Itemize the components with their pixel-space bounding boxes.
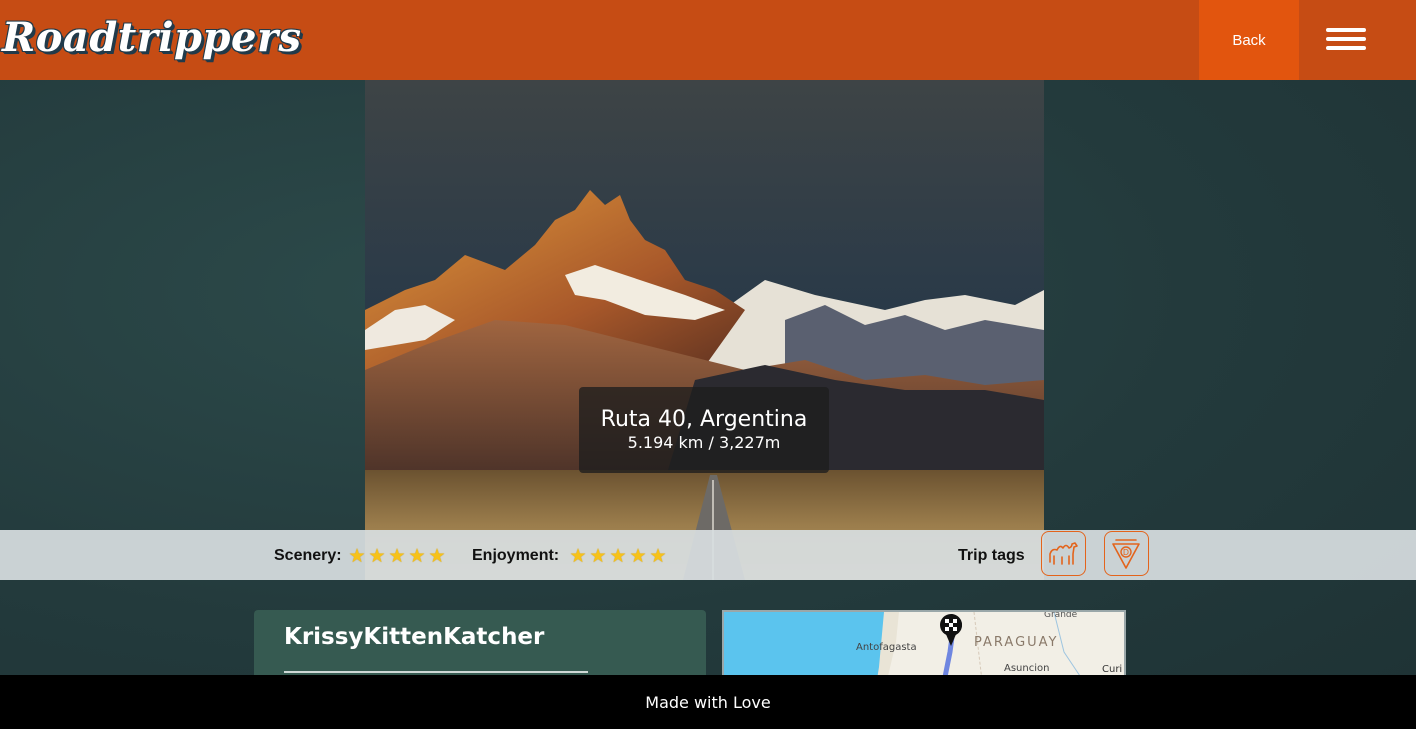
star-icon: ★ — [629, 545, 647, 567]
footer-text: Made with Love — [645, 692, 771, 712]
trip-tags-label: Trip tags — [958, 547, 1025, 564]
map-label-paraguay: PARAGUAY — [974, 635, 1059, 650]
star-icon: ★ — [589, 545, 607, 567]
trip-caption: Ruta 40, Argentina 5.194 km / 3,227m — [579, 387, 829, 473]
divider — [284, 671, 588, 673]
trip-distance: 5.194 km / 3,227m — [627, 433, 781, 452]
star-icon: ★ — [569, 545, 587, 567]
dispatch-badge-icon[interactable]: D — [1104, 531, 1149, 576]
star-icon: ★ — [348, 545, 366, 567]
footer: Made with Love — [0, 675, 1416, 729]
map-label-grande: Grande — [1044, 612, 1078, 620]
svg-text:D: D — [1123, 548, 1129, 557]
scenery-label: Scenery: — [274, 547, 342, 564]
top-header: Roadtrippers Back — [0, 0, 1416, 80]
back-button[interactable]: Back — [1199, 0, 1299, 80]
map-label-antofagasta: Antofagasta — [856, 642, 917, 653]
hero-photo — [365, 80, 1044, 580]
trip-title: Ruta 40, Argentina — [600, 407, 808, 432]
hamburger-icon[interactable] — [1316, 22, 1376, 58]
star-icon: ★ — [368, 545, 386, 567]
map-label-curi: Curi — [1102, 664, 1122, 675]
star-icon: ★ — [428, 545, 446, 567]
star-icon: ★ — [649, 545, 667, 567]
star-icon: ★ — [388, 545, 406, 567]
ratings-bar: Scenery: ★ ★ ★ ★ ★ Enjoyment: ★ ★ ★ ★ ★ … — [0, 530, 1416, 580]
roadtrippers-logo[interactable]: Roadtrippers — [2, 10, 302, 66]
camel-icon[interactable] — [1041, 531, 1086, 576]
scenery-rating: ★ ★ ★ ★ ★ — [347, 545, 447, 567]
username[interactable]: KrissyKittenKatcher — [284, 624, 544, 650]
map-label-asuncion: Asuncion — [1004, 663, 1049, 674]
enjoyment-label: Enjoyment: — [472, 547, 560, 564]
star-icon: ★ — [609, 545, 627, 567]
star-icon: ★ — [408, 545, 426, 567]
enjoyment-rating: ★ ★ ★ ★ ★ — [568, 545, 668, 567]
checkered-flag-pin-icon[interactable] — [940, 614, 962, 646]
